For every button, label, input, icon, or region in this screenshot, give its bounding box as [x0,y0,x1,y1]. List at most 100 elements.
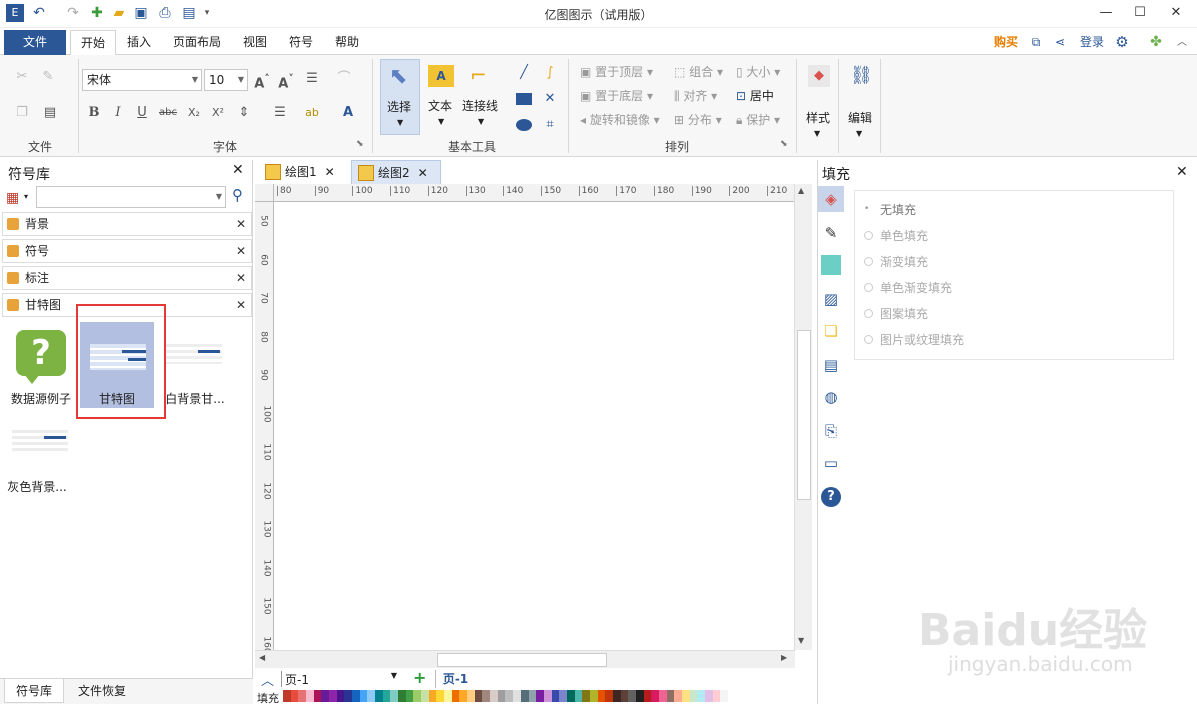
color-swatch[interactable] [513,690,521,702]
color-swatch[interactable] [582,690,590,702]
font-size-select[interactable]: 10 ▼ [204,69,248,91]
subscript-icon[interactable]: X₂ [184,103,204,123]
color-swatch[interactable] [704,690,713,702]
protect-button[interactable]: 🔒︎ 保护 ▾ [736,111,780,129]
login-link[interactable]: 登录 [1074,30,1110,55]
menu-page-layout[interactable]: 页面布局 [164,30,230,55]
strikethrough-icon[interactable]: abc [158,103,178,123]
group-button[interactable]: ⬚ 组合 ▾ [674,63,723,81]
color-swatch[interactable] [651,690,659,702]
color-swatch[interactable] [329,690,337,702]
color-swatch[interactable] [720,690,728,702]
scrollbar-thumb[interactable] [437,653,607,667]
cut-icon[interactable]: ✂ [12,67,32,87]
color-swatch[interactable] [421,690,429,702]
underline-icon[interactable]: U [132,103,152,123]
color-swatch[interactable] [628,690,636,702]
text-tool-button[interactable]: A 文本 ▼ [424,59,460,135]
file-menu[interactable]: 文件 [4,30,66,55]
tab-drawing1[interactable]: 绘图1 ✕ [259,160,349,184]
color-swatch[interactable] [643,690,652,702]
line-spacing-icon[interactable]: ⇕ [234,103,254,123]
color-swatch[interactable] [298,690,307,702]
shrink-font-icon[interactable]: A˅ [276,69,296,91]
color-swatch[interactable] [605,690,613,702]
close-icon[interactable]: ✕ [236,240,246,262]
color-swatch[interactable] [428,690,437,702]
color-swatch[interactable] [382,690,391,702]
dialog-launcher-icon[interactable]: ⬊ [780,139,788,149]
color-swatch[interactable] [528,690,537,702]
fill-option-pattern[interactable]: 图案填充 [864,304,928,324]
color-swatch[interactable] [313,690,322,702]
color-swatch[interactable] [398,690,406,702]
send-to-back-button[interactable]: ▣ 置于底层 ▾ [580,87,653,105]
chevron-down-icon[interactable]: ▾ [24,192,28,201]
scroll-up-icon[interactable]: ▲ [798,186,804,195]
color-swatch[interactable] [321,690,330,702]
fill-option-picture[interactable]: 图片或纹理填充 [864,330,964,350]
connector-tool-button[interactable]: ⌐ 连接线 ▼ [462,59,502,135]
color-swatch[interactable] [413,690,422,702]
color-swatch[interactable] [635,690,644,702]
color-swatch[interactable] [359,690,368,702]
font-color-icon[interactable]: A [338,103,358,123]
color-swatch[interactable] [620,690,629,702]
format-painter-icon[interactable]: ✎ [38,67,58,87]
color-swatch[interactable] [390,690,399,702]
color-swatch[interactable] [712,690,721,702]
color-swatch[interactable] [658,690,667,702]
horizontal-scrollbar[interactable]: ◀ ▶ [255,650,795,668]
dialog-launcher-icon[interactable]: ⬊ [356,139,364,149]
line-pen-icon[interactable]: ✎ [818,220,844,246]
color-swatch[interactable] [336,690,345,702]
buy-link[interactable]: 购买 [988,30,1024,55]
page-tab[interactable]: 页-1 [435,670,475,688]
scroll-down-icon[interactable]: ▼ [798,636,804,645]
color-palette[interactable] [283,690,728,702]
color-swatch[interactable] [490,690,498,702]
color-swatch[interactable] [375,690,383,702]
close-tab-icon[interactable]: ✕ [325,165,335,179]
distribute-button[interactable]: ⊞ 分布 ▾ [674,111,722,129]
expand-panel-icon[interactable]: ︿ [261,670,274,689]
minimize-icon[interactable]: — [1090,2,1122,24]
copy-icon[interactable]: ❐ [12,103,32,123]
color-swatch[interactable] [597,690,606,702]
scrollbar-thumb[interactable] [797,330,811,500]
rotate-mirror-button[interactable]: ◂ 旋转和镜像 ▾ [580,111,660,129]
collapse-ribbon-icon[interactable]: ︿ [1172,30,1192,55]
ellipse-tool-icon[interactable] [516,119,532,131]
share-icon[interactable]: ⋖ [1050,30,1070,55]
hyperlink-globe-icon[interactable]: ◍ [818,384,844,410]
library-category-callouts[interactable]: 标注 ✕ [2,266,252,290]
fill-option-none[interactable]: • 无填充 [864,200,916,220]
close-icon[interactable]: ✕ [236,213,246,235]
help-icon[interactable]: ? [818,484,844,510]
color-swatch[interactable] [681,690,690,702]
page-select[interactable]: 页-1 ▼ [281,671,401,687]
superscript-icon[interactable]: X² [208,103,228,123]
document-icon[interactable]: ▤ [818,352,844,378]
comment-icon[interactable]: ▭ [818,450,844,476]
layers-icon[interactable]: ❏ [818,318,844,344]
color-swatch[interactable] [467,690,475,702]
edit-button[interactable]: ⛓ 编辑 ▼ [846,61,876,141]
shadow-icon[interactable] [818,252,844,278]
fill-option-solid[interactable]: 单色填充 [864,226,928,246]
menu-home[interactable]: 开始 [70,30,116,56]
italic-icon[interactable]: I [108,103,128,123]
color-swatch[interactable] [689,690,698,702]
close-panel-icon[interactable]: ✕ [1176,164,1188,180]
color-swatch[interactable] [666,690,675,702]
color-swatch[interactable] [697,690,705,702]
drawing-canvas[interactable] [274,202,794,650]
color-swatch[interactable] [290,690,299,702]
center-button[interactable]: ⊡ 居中 [736,87,774,105]
shape-white-bg-gantt[interactable]: 白背景甘... [158,326,232,410]
library-menu-icon[interactable]: ▦ [6,190,19,206]
color-swatch[interactable] [451,690,460,702]
menu-symbol[interactable]: 符号 [280,30,322,55]
grow-font-icon[interactable]: A˄ [252,69,272,91]
style-button[interactable]: ◆ 样式 ▼ [804,61,834,141]
